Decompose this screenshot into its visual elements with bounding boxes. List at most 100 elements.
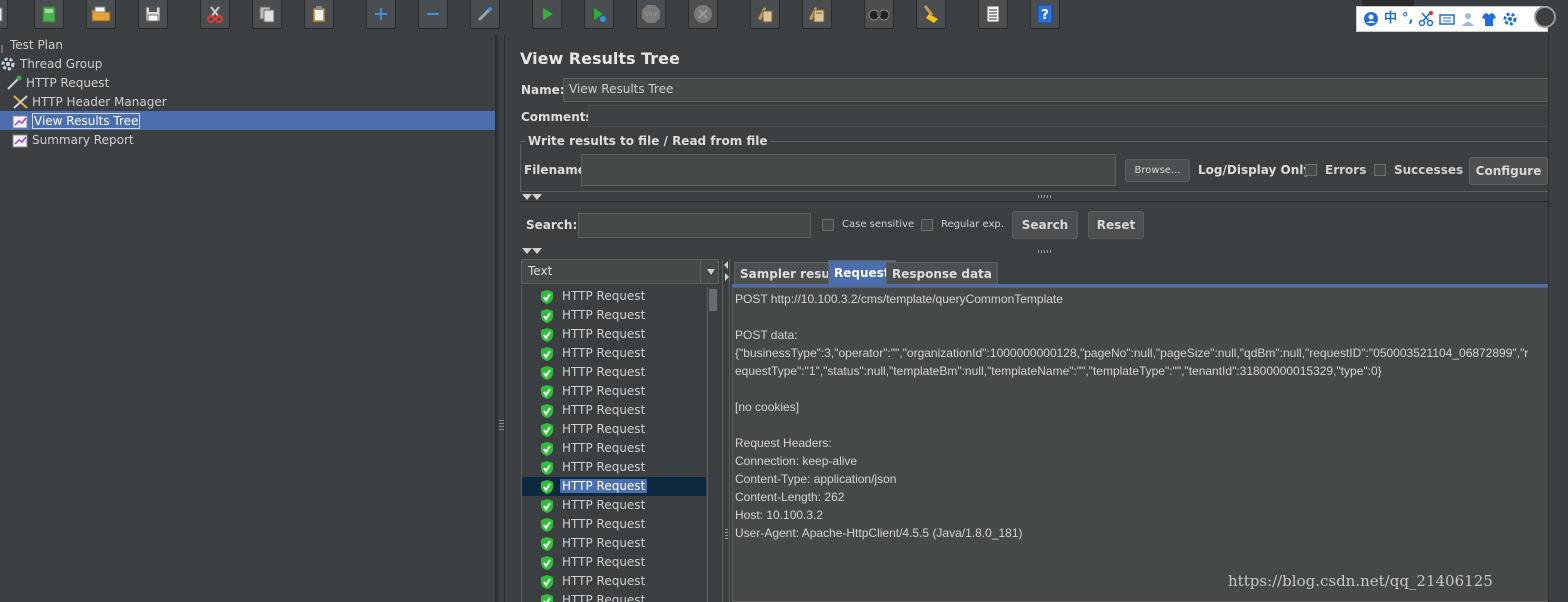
tree-item-http-request[interactable]: HTTP Request: [6, 73, 109, 92]
tree-item-thread-group[interactable]: Thread Group: [0, 54, 102, 73]
results-split-divider[interactable]: [722, 259, 730, 602]
collapse-up-icon[interactable]: [522, 248, 532, 254]
window-edge: [1548, 35, 1568, 602]
chart-icon: [12, 132, 28, 148]
success-shield-icon: [541, 461, 553, 475]
regular-exp-checkbox[interactable]: [921, 219, 933, 231]
reset-search-button[interactable]: [916, 0, 946, 29]
success-shield-icon: [541, 404, 553, 418]
result-row-label: HTTP Request: [562, 593, 646, 602]
result-row[interactable]: HTTP Request: [522, 458, 706, 477]
errors-checkbox[interactable]: [1305, 164, 1317, 176]
tab-response-data[interactable]: Response data: [886, 262, 998, 284]
user-icon[interactable]: [1363, 11, 1379, 27]
function-helper-button[interactable]: [978, 0, 1008, 29]
save-button[interactable]: [138, 0, 168, 29]
clear-button[interactable]: [750, 0, 780, 29]
result-row[interactable]: HTTP Request: [522, 382, 706, 401]
browse-button[interactable]: Browse...: [1125, 159, 1190, 182]
keyboard-icon[interactable]: [1439, 11, 1456, 27]
case-sensitive-checkbox[interactable]: [822, 219, 834, 231]
name-label: Name:: [521, 83, 565, 97]
collapse-down-icon[interactable]: [532, 248, 542, 254]
clear-all-icon: [809, 7, 825, 23]
split-grip-icon[interactable]: [499, 420, 504, 436]
result-row[interactable]: HTTP Request: [522, 325, 706, 344]
result-row[interactable]: HTTP Request: [522, 553, 706, 572]
filename-input[interactable]: [581, 154, 1116, 186]
result-row[interactable]: HTTP Request: [522, 401, 706, 420]
shirt-icon[interactable]: [1481, 11, 1497, 27]
gear-icon[interactable]: [1502, 11, 1518, 27]
resize-grip-icon[interactable]: [1038, 250, 1052, 253]
tree-item-test-plan[interactable]: Test Plan: [0, 35, 63, 54]
shutdown-button[interactable]: [688, 0, 718, 29]
configure-button[interactable]: Configure: [1469, 157, 1548, 185]
name-field[interactable]: View Results Tree: [563, 78, 1553, 102]
chevron-down-icon[interactable]: [700, 260, 720, 283]
main-split-divider[interactable]: [504, 35, 512, 602]
ime-punctuation[interactable]: °,: [1402, 10, 1413, 28]
result-row[interactable]: HTTP Request: [522, 287, 706, 306]
result-row[interactable]: HTTP Request: [522, 515, 706, 534]
success-shield-icon: [541, 366, 553, 380]
search-button-toolbar[interactable]: [864, 0, 894, 29]
result-row[interactable]: HTTP Request: [522, 306, 706, 325]
result-row[interactable]: HTTP Request: [522, 420, 706, 439]
result-row[interactable]: HTTP Request: [522, 363, 706, 382]
chart-icon: [12, 113, 28, 129]
renderer-select[interactable]: Text: [521, 259, 719, 284]
tree-item-label: Summary Report: [32, 132, 134, 147]
tree-item-summary-report[interactable]: Summary Report: [12, 130, 134, 149]
paste-button[interactable]: [304, 0, 334, 29]
copy-button[interactable]: [252, 0, 282, 29]
divider: [520, 201, 1560, 202]
collapse-up-icon[interactable]: [522, 194, 532, 200]
ime-chinese-mode[interactable]: 中: [1384, 10, 1397, 28]
reset-button[interactable]: Reset: [1088, 211, 1144, 239]
person-icon[interactable]: [1460, 11, 1476, 27]
result-row[interactable]: HTTP Request: [522, 439, 706, 458]
search-input[interactable]: [578, 213, 811, 238]
result-row[interactable]: HTTP Request: [522, 344, 706, 363]
resize-grip-icon[interactable]: [1038, 195, 1052, 198]
ime-toolbar[interactable]: 中 °,: [1356, 6, 1548, 32]
collapse-all-button[interactable]: [418, 0, 448, 29]
tree-item-http-header-manager[interactable]: HTTP Header Manager: [12, 92, 167, 111]
toggle-button[interactable]: [470, 0, 500, 29]
start-no-pauses-button[interactable]: [584, 0, 614, 29]
watermark: https://blog.csdn.net/qq_21406125: [1228, 572, 1493, 590]
stop-button[interactable]: STOP: [636, 0, 666, 29]
result-row-label: HTTP Request: [562, 460, 646, 474]
search-label: Search:: [526, 218, 578, 232]
svg-text:STOP: STOP: [644, 12, 657, 18]
new-icon: [42, 6, 56, 23]
start-button[interactable]: [532, 0, 562, 29]
open-button[interactable]: [86, 0, 116, 29]
results-scrollbar[interactable]: [707, 287, 719, 602]
success-shield-icon: [541, 480, 553, 494]
expand-all-button[interactable]: [366, 0, 396, 29]
cut-button[interactable]: [200, 0, 230, 29]
result-row-label: HTTP Request: [562, 327, 646, 341]
help-button[interactable]: ?: [1030, 0, 1060, 29]
clear-all-button[interactable]: [802, 0, 832, 29]
comments-field[interactable]: [588, 105, 1553, 127]
results-scrollbar-thumb[interactable]: [709, 289, 717, 311]
result-row[interactable]: HTTP Request: [522, 591, 706, 602]
scissors-icon[interactable]: [1418, 11, 1434, 27]
request-line: Connection: keep-alive: [735, 454, 858, 468]
new-button[interactable]: [34, 0, 64, 29]
result-row[interactable]: HTTP Request: [522, 496, 706, 515]
successes-checkbox[interactable]: [1374, 164, 1386, 176]
result-row[interactable]: HTTP Request: [522, 477, 706, 496]
search-button[interactable]: Search: [1012, 211, 1078, 239]
tree-item-view-results-tree[interactable]: View Results Tree: [0, 111, 495, 130]
result-row[interactable]: HTTP Request: [522, 534, 706, 553]
templates-button[interactable]: [0, 0, 8, 29]
window-control-icon[interactable]: [1534, 6, 1556, 28]
wrench-icon: [12, 94, 28, 110]
expand-icon: [375, 8, 387, 20]
result-row[interactable]: HTTP Request: [522, 572, 706, 591]
collapse-down-icon[interactable]: [532, 194, 542, 200]
